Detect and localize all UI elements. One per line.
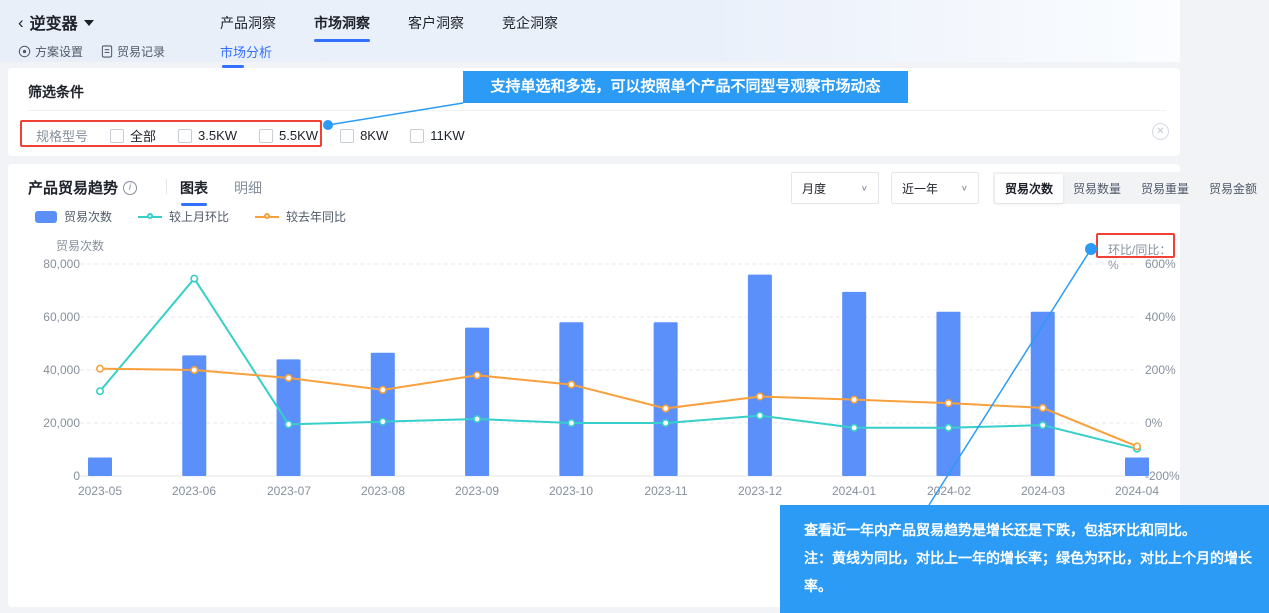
trend-chart-canvas (8, 234, 1180, 494)
chart-tooltip-line2: 注：黄线为同比，对比上一年的增长率；绿色为环比，对比上个月的增长率。 (804, 544, 1253, 600)
divider (28, 110, 1166, 111)
clear-filter-icon[interactable]: ✕ (1152, 123, 1169, 140)
chart-tooltip: 查看近一年内产品贸易趋势是增长还是下跌，包括环比和同比。 注：黄线为同比，对比上… (780, 505, 1269, 613)
back-icon[interactable]: ‹ (18, 14, 24, 31)
legend-label: 贸易次数 (64, 208, 112, 225)
checkbox-3-5kw[interactable]: 3.5KW (178, 128, 237, 143)
chart-tooltip-line1: 查看近一年内产品贸易趋势是增长还是下跌，包括环比和同比。 (804, 516, 1253, 544)
filter-section-title: 筛选条件 (28, 82, 84, 102)
range-select[interactable]: 近一年 ∨ (891, 172, 979, 204)
legend-line-marker-icon (138, 216, 162, 218)
range-select-value: 近一年 (902, 180, 938, 197)
page-title[interactable]: 逆变器 (30, 10, 78, 34)
tab-market-insight[interactable]: 市场洞察 (314, 13, 370, 42)
plan-settings-label: 方案设置 (35, 43, 83, 60)
checkbox-label: 8KW (360, 128, 388, 143)
top-header: ‹ 逆变器 方案设置 贸易记录 产品洞察 市场洞察 客户洞察 竞企洞察 市场分析 (0, 0, 1180, 62)
checkbox-icon[interactable] (259, 129, 273, 143)
period-select[interactable]: 月度 ∨ (791, 172, 879, 204)
info-icon[interactable]: i (123, 181, 137, 195)
checkbox-11kw[interactable]: 11KW (410, 128, 464, 143)
tab-competitor-insight[interactable]: 竞企洞察 (502, 13, 558, 42)
divider (166, 179, 167, 194)
metric-button-group: 贸易次数 贸易数量 贸易重量 贸易金额 (993, 172, 1269, 204)
checkbox-label: 5.5KW (279, 128, 318, 143)
checkbox-icon[interactable] (340, 129, 354, 143)
legend-line-marker-icon (255, 216, 279, 218)
trade-records-label: 贸易记录 (117, 43, 165, 60)
legend-yoy[interactable]: 较去年同比 (255, 208, 346, 225)
checkbox-all[interactable]: 全部 (110, 126, 156, 145)
spec-filter-label: 规格型号 (36, 126, 88, 145)
legend-mom[interactable]: 较上月环比 (138, 208, 229, 225)
document-icon (101, 45, 113, 58)
tab-detail-view[interactable]: 明细 (234, 178, 262, 206)
trend-title: 产品贸易趋势 (28, 177, 118, 198)
checkbox-label: 全部 (130, 126, 156, 145)
period-select-value: 月度 (802, 180, 826, 197)
checkbox-label: 11KW (430, 128, 464, 143)
checkbox-icon[interactable] (410, 129, 424, 143)
checkbox-5-5kw[interactable]: 5.5KW (259, 128, 318, 143)
chart-legend: 贸易次数 较上月环比 较去年同比 (35, 208, 346, 225)
metric-trade-amount-button[interactable]: 贸易金额 (1199, 174, 1267, 203)
checkbox-label: 3.5KW (198, 128, 237, 143)
legend-bar-swatch-icon (35, 211, 57, 223)
legend-label: 较上月环比 (169, 208, 229, 225)
metric-trade-weight-button[interactable]: 贸易重量 (1131, 174, 1199, 203)
checkbox-8kw[interactable]: 8KW (340, 128, 388, 143)
tab-customer-insight[interactable]: 客户洞察 (408, 13, 464, 42)
spec-filter-row: 规格型号 全部 3.5KW 5.5KW 8KW 11KW (36, 126, 487, 145)
checkbox-icon[interactable] (178, 129, 192, 143)
legend-trade-count[interactable]: 贸易次数 (35, 208, 112, 225)
metric-trade-quantity-button[interactable]: 贸易数量 (1063, 174, 1131, 203)
target-icon (18, 45, 31, 58)
chevron-down-icon: ∨ (961, 184, 968, 193)
chevron-down-icon[interactable] (84, 20, 94, 26)
filter-tooltip: 支持单选和多选，可以按照单个产品不同型号观察市场动态 (463, 71, 908, 103)
metric-trade-count-button[interactable]: 贸易次数 (995, 174, 1063, 203)
insight-tabs: 产品洞察 市场洞察 客户洞察 竞企洞察 (220, 13, 558, 42)
checkbox-icon[interactable] (110, 129, 124, 143)
tab-product-insight[interactable]: 产品洞察 (220, 13, 276, 42)
tab-chart-view[interactable]: 图表 (180, 178, 208, 206)
chevron-down-icon: ∨ (861, 184, 868, 193)
trade-records-button[interactable]: 贸易记录 (101, 43, 165, 60)
legend-label: 较去年同比 (286, 208, 346, 225)
plan-settings-button[interactable]: 方案设置 (18, 43, 83, 60)
subtab-market-analysis[interactable]: 市场分析 (220, 42, 272, 61)
